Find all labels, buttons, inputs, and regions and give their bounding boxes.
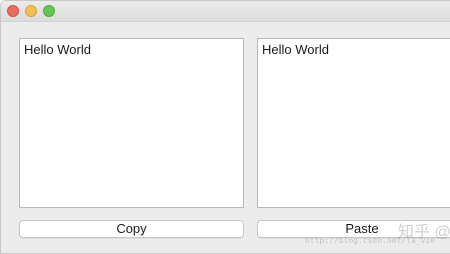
- title-bar[interactable]: [1, 1, 450, 22]
- zoom-window-button[interactable]: [43, 5, 55, 17]
- paste-button[interactable]: Paste: [257, 220, 450, 238]
- close-window-button[interactable]: [7, 5, 19, 17]
- minimize-window-button[interactable]: [25, 5, 37, 17]
- copy-button[interactable]: Copy: [19, 220, 244, 238]
- source-text-edit[interactable]: Hello World: [19, 38, 244, 208]
- app-window: Hello World Hello World Copy Paste: [0, 0, 450, 254]
- destination-text-edit[interactable]: Hello World: [257, 38, 450, 208]
